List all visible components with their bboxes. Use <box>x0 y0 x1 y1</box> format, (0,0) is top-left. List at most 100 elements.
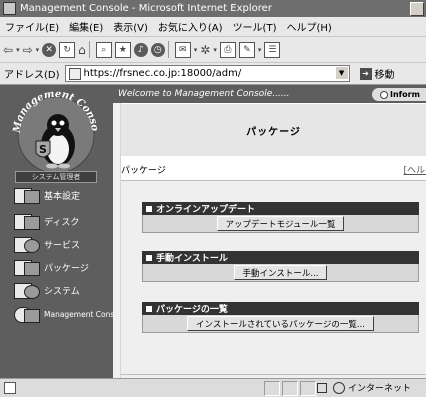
toolbar: ⇦ ▾ ⇨ ▾ ✕ ↻ ⌂ ⌕ ★ ♪ ◷ ✉ ▾ ✲ ▾ ⎙ ✎ ▾ ☰ <box>0 37 426 63</box>
nav-item-basic-settings[interactable]: 基本設定 <box>14 185 112 205</box>
manual-install-button[interactable]: 手動インストール... <box>233 265 328 280</box>
page-title-box: パッケージ <box>121 104 426 156</box>
nav-item-package[interactable]: パッケージ <box>14 257 112 277</box>
discuss-icon[interactable]: ☰ <box>264 41 281 58</box>
lock-icon <box>317 382 327 393</box>
logo-letter: S <box>39 143 47 156</box>
breadcrumb: パッケージ <box>121 165 166 176</box>
section-manual-install: 手動インストール 手動インストール... <box>142 251 419 282</box>
nav-item-system[interactable]: システム <box>14 280 112 300</box>
favorites-icon[interactable]: ★ <box>114 41 131 58</box>
media-icon[interactable]: ♪ <box>133 41 148 58</box>
back-arrow-icon[interactable]: ⇦ <box>3 41 13 58</box>
welcome-text: Welcome to Management Console...... <box>118 89 290 99</box>
nav-label: サービス <box>44 240 81 251</box>
welcome-bar: Welcome to Management Console...... Info… <box>113 85 426 103</box>
dropdown-arrow-icon[interactable]: ▾ <box>36 41 40 58</box>
frame-divider <box>113 103 121 378</box>
window-control-button[interactable] <box>410 2 424 16</box>
menu-edit[interactable]: 編集(E) <box>64 19 108 34</box>
chevron-down-icon[interactable]: ▼ <box>335 67 348 79</box>
page-status-icon <box>4 382 16 394</box>
information-tab[interactable]: Inform <box>372 88 426 101</box>
menubar: ファイル(E) 編集(E) 表示(V) お気に入り(A) ツール(T) ヘルプ(… <box>0 17 426 37</box>
mail-icon[interactable]: ✉ <box>174 41 191 58</box>
status-pane <box>282 381 298 396</box>
square-bullet-icon <box>146 254 152 261</box>
system-admin-header: システム管理者 <box>15 171 97 183</box>
go-arrow-icon: ➜ <box>359 67 372 80</box>
address-bar: アドレス(D) https://frsnec.co.jp:18000/adm/ … <box>0 63 426 85</box>
radio-dot-icon <box>380 90 388 99</box>
nav-item-management-console[interactable]: Management Console <box>14 302 113 326</box>
management-console-logo: Management Console S <box>6 89 100 171</box>
dropdown-arrow-icon[interactable]: ▾ <box>258 41 262 58</box>
page-title: パッケージ <box>246 126 301 138</box>
toolbar-divider <box>167 41 169 58</box>
nav-label: Management Console <box>44 309 113 319</box>
information-tab-label: Inform <box>390 90 420 99</box>
section-header: パッケージの一覧 <box>142 302 419 315</box>
system-icon <box>14 281 40 299</box>
window-title: Management Console - Microsoft Internet … <box>20 3 272 14</box>
go-label: 移動 <box>374 70 395 81</box>
divider-line <box>121 374 426 375</box>
update-module-list-button[interactable]: アップデートモジュール一覧 <box>216 216 345 231</box>
page-icon <box>68 67 81 80</box>
forward-arrow-icon[interactable]: ⇨ <box>23 41 33 58</box>
settings-icon <box>14 186 40 204</box>
refresh-icon[interactable]: ↻ <box>59 41 76 58</box>
dropdown-arrow-icon[interactable]: ▾ <box>213 41 217 58</box>
go-button[interactable]: ➜ 移動 <box>359 66 395 81</box>
section-package-list: パッケージの一覧 インストールされているパッケージの一覧... <box>142 302 419 333</box>
main-content-frame: Welcome to Management Console...... Info… <box>113 85 426 378</box>
section-body: アップデートモジュール一覧 <box>142 215 419 233</box>
nav-label: システム <box>44 286 80 297</box>
print-icon[interactable]: ⎙ <box>219 41 236 58</box>
menu-help[interactable]: ヘルプ(H) <box>281 19 336 34</box>
section-body: 手動インストール... <box>142 264 419 282</box>
left-nav-frame: Management Console S システム管理者 基本設定 ディスク サ… <box>0 85 113 378</box>
nav-item-disk[interactable]: ディスク <box>14 211 112 231</box>
ie-icon <box>3 2 16 15</box>
section-title: オンラインアップデート <box>156 205 256 215</box>
nav-label: ディスク <box>44 217 80 228</box>
toolbar-divider <box>88 41 90 58</box>
installed-package-list-button[interactable]: インストールされているパッケージの一覧... <box>186 316 374 331</box>
nav-label: 基本設定 <box>44 191 81 202</box>
home-icon[interactable]: ⌂ <box>78 41 86 58</box>
breadcrumb-row: パッケージ [ヘルプ <box>121 158 426 180</box>
search-icon[interactable]: ⌕ <box>95 41 112 58</box>
package-icon <box>14 258 40 276</box>
section-online-update: オンラインアップデート アップデートモジュール一覧 <box>142 202 419 233</box>
status-pane <box>264 381 280 396</box>
help-link[interactable]: [ヘルプ <box>403 163 426 176</box>
disk-icon <box>14 212 40 230</box>
stop-icon[interactable]: ✕ <box>42 41 57 58</box>
address-input[interactable]: https://frsnec.co.jp:18000/adm/ ▼ <box>64 65 350 82</box>
service-icon <box>14 235 40 253</box>
section-title: パッケージの一覧 <box>156 305 228 315</box>
menu-favorites[interactable]: お気に入り(A) <box>153 19 228 34</box>
nav-item-service[interactable]: サービス <box>14 234 112 254</box>
edit-icon[interactable]: ✎ <box>238 41 255 58</box>
menu-file[interactable]: ファイル(E) <box>0 19 64 34</box>
window-titlebar: Management Console - Microsoft Internet … <box>0 0 426 17</box>
square-bullet-icon <box>146 205 152 212</box>
address-label: アドレス(D) <box>4 70 60 81</box>
history-icon[interactable]: ◷ <box>150 41 165 58</box>
messenger-icon[interactable]: ✲ <box>200 41 210 58</box>
section-header: オンラインアップデート <box>142 202 419 215</box>
security-zone: インターネット <box>317 381 411 394</box>
console-icon <box>14 305 40 323</box>
address-url[interactable]: https://frsnec.co.jp:18000/adm/ <box>84 68 242 79</box>
menu-tools[interactable]: ツール(T) <box>228 19 282 34</box>
section-title: 手動インストール <box>156 254 228 264</box>
globe-icon <box>333 381 345 394</box>
status-pane <box>300 381 316 396</box>
nav-label: パッケージ <box>44 263 89 274</box>
dropdown-arrow-icon[interactable]: ▾ <box>194 41 198 58</box>
zone-label: インターネット <box>348 384 412 394</box>
dropdown-arrow-icon[interactable]: ▾ <box>16 41 20 58</box>
menu-view[interactable]: 表示(V) <box>108 19 153 34</box>
